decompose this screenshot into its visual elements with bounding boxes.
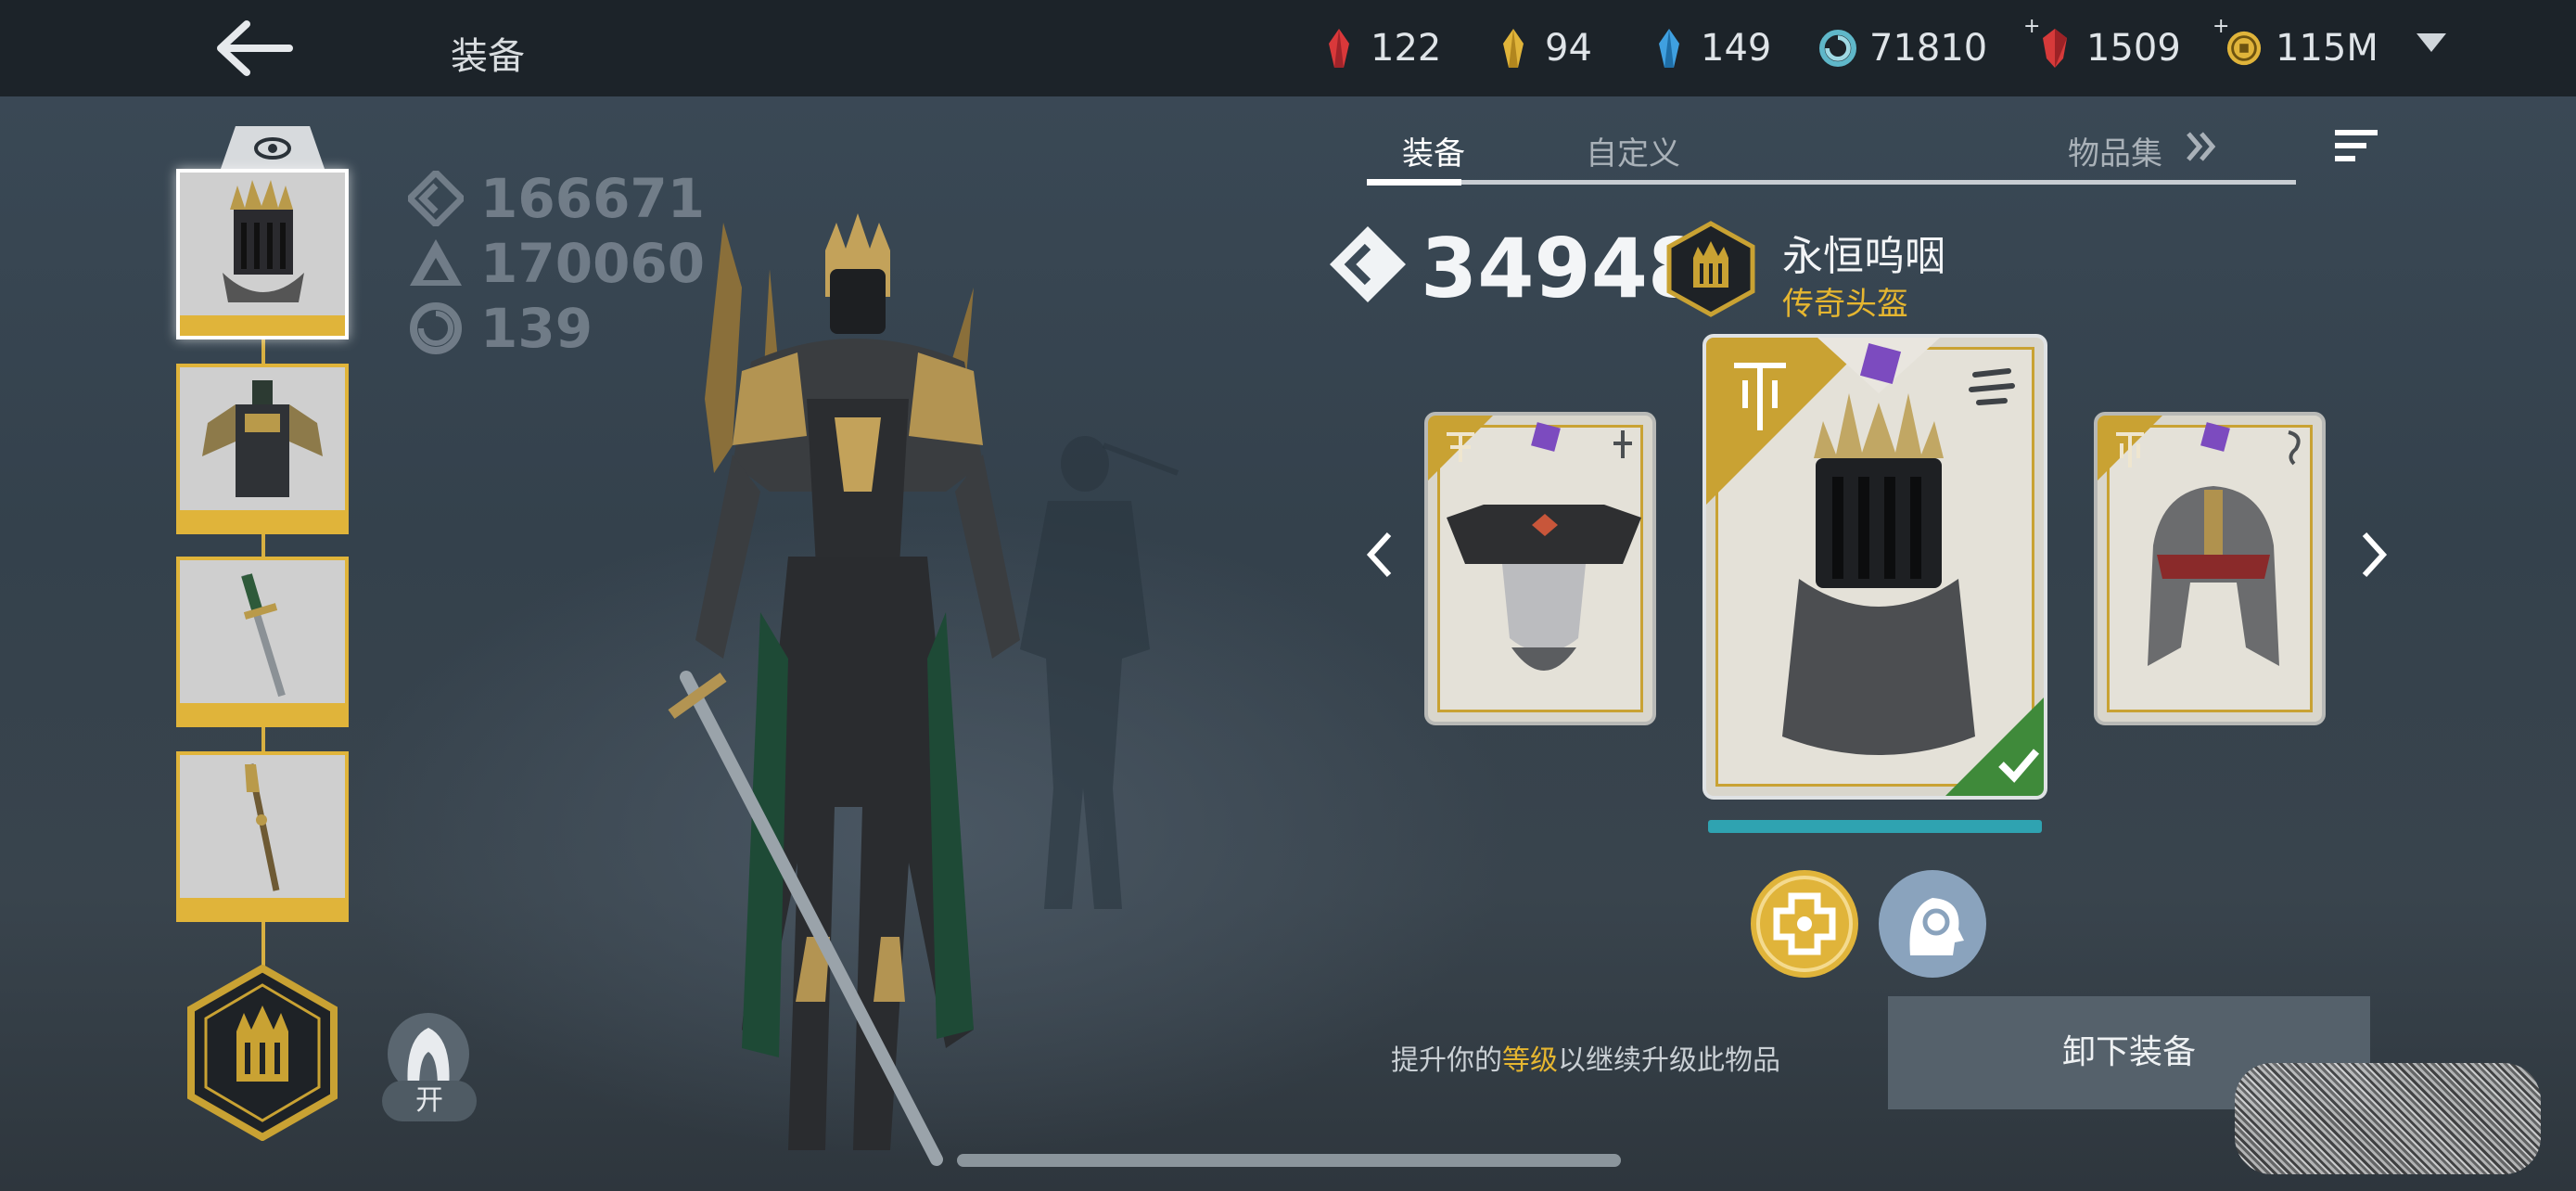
tab-customize[interactable]: 自定义: [1586, 128, 1680, 173]
helmet-thumbnail-icon: [223, 180, 304, 302]
triangle-stat-icon: [410, 239, 462, 286]
tab-bar: 装备 自定义 物品集: [1367, 121, 2296, 186]
upgrade-hint-highlight[interactable]: 等级: [1502, 1044, 1558, 1077]
item-card-red-helmet[interactable]: [2094, 412, 2326, 725]
selected-item-indicator: [1708, 820, 2042, 833]
currency-swirl-value: 71810: [1869, 27, 1988, 70]
weapon-slot[interactable]: [176, 557, 349, 727]
currency-ruby[interactable]: + 1509: [2023, 15, 2181, 76]
page-title: 装备: [451, 35, 525, 78]
item-power-value: 34948: [1421, 221, 1705, 316]
upgrade-hint: 提升你的等级以继续升级此物品: [1391, 1037, 1780, 1078]
currency-blue-crystal[interactable]: 149: [1651, 20, 1771, 76]
plus-icon[interactable]: +: [2023, 15, 2040, 38]
armor-slot[interactable]: [176, 364, 349, 534]
obscured-region: [2235, 1063, 2541, 1174]
spear-thumbnail-icon: [245, 763, 280, 891]
legendary-helmet-icon: [1665, 221, 1756, 317]
currency-gold-crystal[interactable]: 94: [1495, 20, 1592, 76]
ruby-icon: [2036, 26, 2073, 70]
home-indicator[interactable]: [957, 1154, 1621, 1167]
item-rarity: 传奇头盔: [1782, 286, 1908, 323]
tab-collections[interactable]: 物品集: [2068, 128, 2162, 173]
gold-crystal-icon: [1495, 26, 1532, 70]
class-emblem-icon[interactable]: [185, 964, 339, 1142]
stat-swirl: 139: [408, 297, 593, 360]
currency-gold-crystal-value: 94: [1545, 27, 1592, 70]
currency-blue-crystal-value: 149: [1701, 27, 1772, 70]
currency-red-crystal[interactable]: 122: [1320, 20, 1441, 76]
character-model[interactable]: [631, 213, 1150, 1169]
tab-underline: [1367, 180, 2296, 185]
item-power-icon: [1326, 223, 1409, 306]
chevron-left-icon[interactable]: [1361, 529, 1398, 581]
tab-active-indicator: [1367, 179, 1461, 186]
blue-crystal-icon: [1651, 26, 1688, 70]
stat-swirl-value: 139: [480, 297, 593, 360]
item-card-selected-helmet[interactable]: [1702, 334, 2047, 800]
helmet-slot[interactable]: [176, 169, 349, 339]
sort-icon[interactable]: [2335, 130, 2378, 163]
ranged-slot[interactable]: [176, 751, 349, 922]
sword-thumbnail-icon: [241, 573, 286, 698]
armor-thumbnail-icon: [202, 380, 323, 497]
perk-gold-icon[interactable]: [1751, 870, 1858, 978]
perk-mind-icon[interactable]: [1879, 870, 1986, 978]
swirl-icon: [1819, 26, 1856, 70]
back-arrow-icon[interactable]: [211, 19, 295, 78]
red-crystal-icon: [1320, 26, 1358, 70]
currency-coin-value: 115M: [2276, 27, 2378, 70]
currency-ruby-value: 1509: [2086, 27, 2181, 70]
chevron-right-icon[interactable]: [2355, 529, 2392, 581]
upgrade-hint-prefix: 提升你的: [1391, 1044, 1502, 1077]
hood-toggle-label[interactable]: 开: [382, 1081, 477, 1121]
currency-coin[interactable]: + 115M: [2213, 15, 2378, 76]
swirl-stat-icon: [410, 302, 462, 354]
currency-swirl[interactable]: 71810: [1819, 20, 1987, 76]
item-card-hat[interactable]: [1424, 412, 1656, 725]
red-steel-helmet-icon: [2116, 422, 2301, 666]
dropdown-arrow-icon[interactable]: [2417, 33, 2446, 52]
eternal-sob-helmet-icon: [1734, 338, 2044, 796]
upgrade-hint-suffix: 以继续升级此物品: [1558, 1044, 1780, 1077]
coin-icon: [2225, 26, 2263, 70]
tab-equipment[interactable]: 装备: [1402, 128, 1465, 173]
currency-red-crystal-value: 122: [1371, 27, 1442, 70]
power-icon: [408, 171, 464, 226]
double-chevron-right-icon[interactable]: [2183, 128, 2220, 169]
visibility-tab[interactable]: [202, 126, 343, 169]
top-bar: [0, 0, 2576, 96]
item-name: 永恒呜咽: [1782, 233, 1945, 280]
plus-icon[interactable]: +: [2213, 15, 2229, 38]
straw-hat-helmet-icon: [1447, 422, 1641, 671]
